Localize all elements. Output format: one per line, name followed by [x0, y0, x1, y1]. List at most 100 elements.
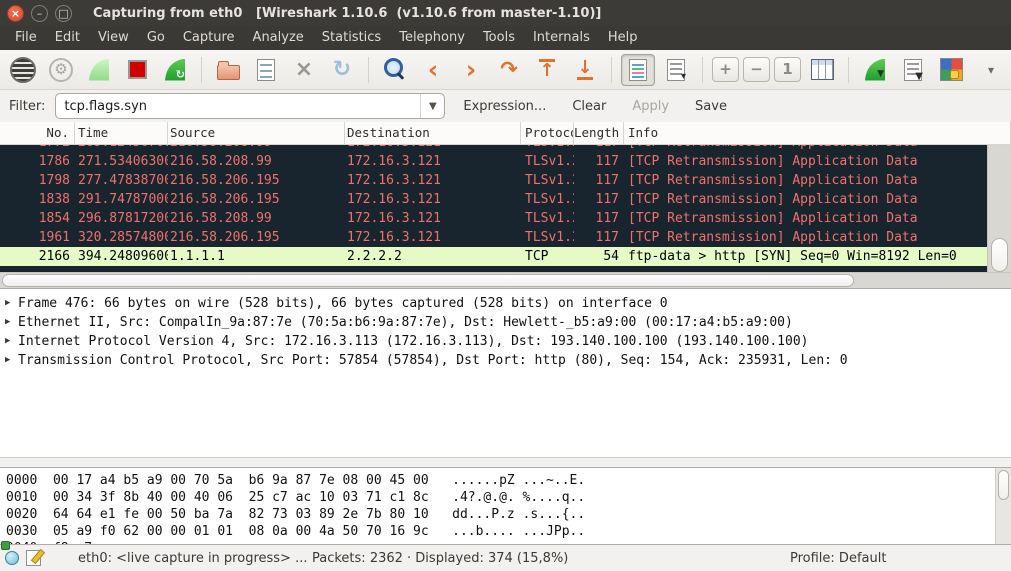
menu-item[interactable]: Telephony [390, 26, 474, 50]
close-capture-icon[interactable]: × [287, 54, 321, 86]
coloring-rules-icon[interactable] [934, 54, 968, 86]
packet-row[interactable]: 1854 296.87817200 216.58.208.99 172.16.3… [0, 209, 987, 228]
zoom-out-icon[interactable]: − [743, 57, 770, 82]
menu-item[interactable]: Capture [174, 26, 244, 50]
expander-icon[interactable]: ▶ [5, 294, 18, 313]
packet-row[interactable]: 1838 291.74787000 216.58.206.195 172.16.… [0, 190, 987, 209]
toolbar-separator [368, 57, 369, 83]
window-close-icon[interactable]: × [7, 5, 24, 22]
go-to-packet-icon[interactable]: ↷ [492, 54, 526, 86]
clear-button[interactable]: Clear [572, 99, 606, 114]
hex-dump-pane: 0000 00 17 a4 b5 a9 00 70 5a b6 9a 87 7e… [0, 467, 1011, 545]
vertical-scrollbar-thumb[interactable] [991, 238, 1008, 272]
filter-combobox[interactable]: ▼ [55, 93, 445, 119]
hex-row[interactable]: 0010 00 34 3f 8b 40 00 40 06 25 c7 ac 10… [6, 489, 1011, 506]
find-packet-icon[interactable] [378, 54, 412, 86]
expander-icon[interactable]: ▶ [5, 351, 18, 370]
expander-icon[interactable]: ▶ [5, 332, 18, 351]
hex-row[interactable]: 0000 00 17 a4 b5 a9 00 70 5a b6 9a 87 7e… [6, 472, 1011, 489]
expression-button[interactable]: Expression... [463, 99, 546, 114]
menu-item[interactable]: Help [599, 26, 647, 50]
apply-button[interactable]: Apply [632, 99, 669, 114]
detail-text: Frame 476: 66 bytes on wire (528 bits), … [18, 294, 668, 313]
packet-row[interactable]: 2166 394.24809600 1.1.1.1 2.2.2.2 TCP 54… [0, 247, 987, 266]
horizontal-scrollbar[interactable] [0, 272, 1011, 288]
column-header[interactable]: Protocol [521, 122, 574, 144]
autoscroll-icon[interactable]: ▾ [659, 54, 693, 86]
resize-columns-icon[interactable] [805, 54, 839, 86]
go-to-bottom-icon[interactable]: ↓ [568, 54, 602, 86]
menu-item[interactable]: Statistics [313, 26, 390, 50]
filter-input[interactable] [56, 99, 420, 114]
pane-splitter[interactable] [0, 457, 1011, 467]
detail-row[interactable]: ▶ Transmission Control Protocol, Src Por… [4, 351, 1011, 370]
detail-row[interactable]: ▶ Internet Protocol Version 4, Src: 172.… [4, 332, 1011, 351]
main-toolbar: ⚙ ↻ [0, 50, 1011, 90]
menu-item[interactable]: Edit [46, 26, 89, 50]
colorize-icon[interactable] [621, 54, 655, 86]
menu-item[interactable]: File [6, 26, 46, 50]
wireshark-window: × – □ Capturing from eth0 [Wireshark 1.1… [0, 0, 1011, 571]
column-header[interactable]: Length [574, 122, 624, 144]
open-capture-icon[interactable] [211, 54, 245, 86]
toolbar-separator [702, 57, 703, 83]
capture-status: eth0: <live capture in progress> ... [78, 551, 307, 566]
capture-filters-icon[interactable]: ▼ [858, 54, 892, 86]
expander-icon[interactable]: ▶ [5, 313, 18, 332]
hex-rows: 0000 00 17 a4 b5 a9 00 70 5a b6 9a 87 7e… [6, 472, 1011, 545]
menu-item[interactable]: View [89, 26, 138, 50]
menu-item[interactable]: Internals [524, 26, 599, 50]
filter-dropdown-icon[interactable]: ▼ [420, 94, 444, 118]
detail-row[interactable]: ▶ Ethernet II, Src: CompalIn_9a:87:7e (7… [4, 313, 1011, 332]
interfaces-list-icon[interactable] [6, 54, 40, 86]
capture-start-icon[interactable] [82, 54, 116, 86]
menu-item[interactable]: Analyze [244, 26, 313, 50]
column-header[interactable]: Info [624, 122, 1011, 144]
hex-scrollbar[interactable] [995, 468, 1011, 544]
zoom-100-icon[interactable]: 1 [774, 57, 801, 82]
capture-comment-icon[interactable] [26, 550, 41, 566]
display-filters-icon[interactable]: ▼ [896, 54, 930, 86]
capture-options-icon[interactable]: ⚙ [44, 54, 78, 86]
column-header[interactable]: Time [75, 122, 168, 144]
window-minimize-icon[interactable]: – [31, 5, 48, 22]
profile-label[interactable]: Profile: Default [790, 551, 886, 566]
window-title: Capturing from eth0 [Wireshark 1.10.6 (v… [93, 6, 601, 21]
toolbar-separator [611, 57, 612, 83]
save-capture-icon[interactable] [249, 54, 283, 86]
column-header[interactable]: Source [168, 122, 345, 144]
window-maximize-icon[interactable]: □ [55, 5, 72, 22]
horizontal-scrollbar-thumb[interactable] [2, 274, 854, 287]
menu-bar: File Edit View Go Capture Analyze Statis… [0, 26, 1011, 50]
column-header[interactable]: Destination [345, 122, 521, 144]
toolbar-overflow-icon[interactable]: ▾ [981, 54, 1001, 86]
hex-scrollbar-thumb[interactable] [998, 470, 1009, 500]
save-button[interactable]: Save [695, 99, 727, 114]
column-header[interactable]: No. [0, 122, 75, 144]
menu-item[interactable]: Go [138, 26, 174, 50]
go-to-top-icon[interactable]: ↑ [530, 54, 564, 86]
reload-icon[interactable]: ↻ [325, 54, 359, 86]
detail-text: Ethernet II, Src: CompalIn_9a:87:7e (70:… [18, 313, 793, 332]
capture-stop-icon[interactable] [120, 54, 154, 86]
menu-item[interactable]: Tools [474, 26, 524, 50]
detail-text: Internet Protocol Version 4, Src: 172.16… [18, 332, 809, 351]
packet-row[interactable]: 1961 320.28574800 216.58.206.195 172.16.… [0, 228, 987, 247]
packet-row[interactable]: 1798 277.47838700 216.58.206.195 172.16.… [0, 171, 987, 190]
go-back-icon[interactable]: ‹ [416, 54, 450, 86]
detail-row[interactable]: ▶ Frame 476: 66 bytes on wire (528 bits)… [4, 294, 1011, 313]
hex-row[interactable]: 0020 64 64 e1 fe 00 50 ba 7a 82 73 03 89… [6, 506, 1011, 523]
filter-bar: Filter: ▼ Expression... Clear Apply Save [0, 90, 1011, 122]
vertical-scrollbar[interactable] [987, 145, 1011, 272]
toolbar-separator [201, 57, 202, 83]
packet-list: 1772 269.12456700 216.58.208.99 172.16.3… [0, 145, 1011, 272]
title-bar: × – □ Capturing from eth0 [Wireshark 1.1… [0, 0, 1011, 26]
zoom-in-icon[interactable]: + [712, 57, 739, 82]
go-forward-icon[interactable]: › [454, 54, 488, 86]
packet-list-header: No. Time Source Destination Protocol Len… [0, 122, 1011, 145]
packet-row[interactable]: 1772 269.12456700 216.58.208.99 172.16.3… [0, 145, 987, 152]
hex-row[interactable]: 0030 05 a9 f0 62 00 00 01 01 08 0a 00 4a… [6, 523, 1011, 540]
capture-restart-icon[interactable]: ↻ [158, 54, 192, 86]
expert-info-icon[interactable] [5, 551, 19, 565]
packet-row[interactable]: 1786 271.53406300 216.58.208.99 172.16.3… [0, 152, 987, 171]
